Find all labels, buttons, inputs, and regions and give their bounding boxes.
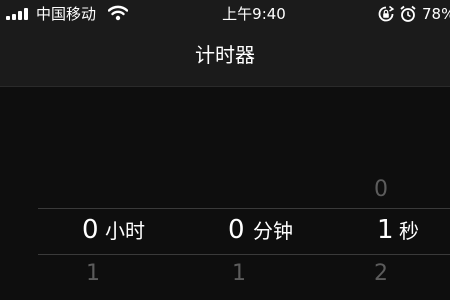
page-title: 计时器: [195, 43, 255, 67]
status-bar: 中国移动 上午9:40 78%: [0, 0, 450, 28]
seconds-next-value[interactable]: 2: [374, 260, 388, 288]
selection-bottom-divider: [38, 254, 450, 255]
minutes-next-value[interactable]: 1: [232, 260, 246, 288]
alarm-icon: [400, 5, 416, 22]
rotation-lock-icon: [378, 5, 395, 22]
battery-percent: 78%: [422, 5, 450, 23]
hours-value[interactable]: 0: [82, 214, 99, 246]
minutes-unit: 分钟: [253, 219, 293, 243]
wifi-icon: [108, 5, 128, 21]
seconds-value[interactable]: 1: [377, 214, 394, 246]
hours-next-value[interactable]: 1: [86, 260, 100, 288]
timer-picker[interactable]: 0 小时 1 0 分钟 1 0 1 秒 2: [0, 86, 450, 300]
carrier-name: 中国移动: [36, 5, 97, 23]
seconds-prev-value[interactable]: 0: [374, 176, 388, 204]
status-time: 上午9:40: [222, 5, 286, 23]
minutes-value[interactable]: 0: [228, 214, 245, 246]
hours-unit: 小时: [105, 219, 145, 243]
selection-top-divider: [38, 208, 450, 209]
seconds-unit: 秒: [399, 219, 419, 243]
signal-icon: [6, 8, 30, 20]
